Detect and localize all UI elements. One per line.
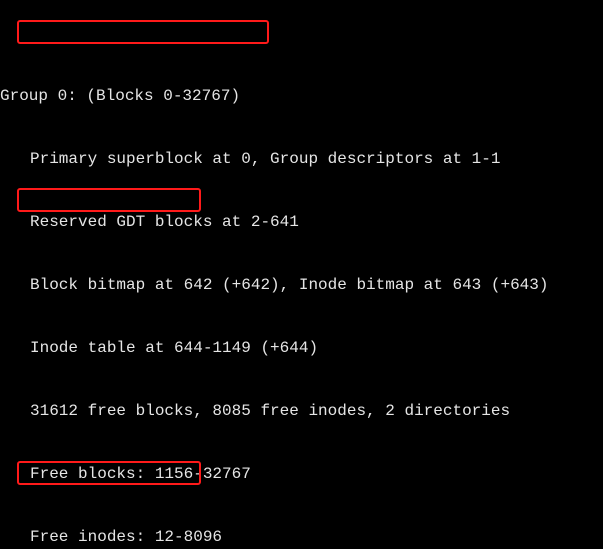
- output-line: Inode table at 644-1149 (+644): [0, 338, 603, 359]
- output-line: Free inodes: 12-8096: [0, 527, 603, 548]
- highlight-box: [17, 188, 201, 212]
- output-line: Block bitmap at 642 (+642), Inode bitmap…: [0, 275, 603, 296]
- highlight-box: [17, 20, 269, 44]
- output-line: Primary superblock at 0, Group descripto…: [0, 149, 603, 170]
- terminal-output: Group 0: (Blocks 0-32767) Primary superb…: [0, 0, 603, 549]
- output-line: 31612 free blocks, 8085 free inodes, 2 d…: [0, 401, 603, 422]
- group-header: Group 0: (Blocks 0-32767): [0, 86, 603, 107]
- output-line: Free blocks: 1156-32767: [0, 464, 603, 485]
- output-line: Reserved GDT blocks at 2-641: [0, 212, 603, 233]
